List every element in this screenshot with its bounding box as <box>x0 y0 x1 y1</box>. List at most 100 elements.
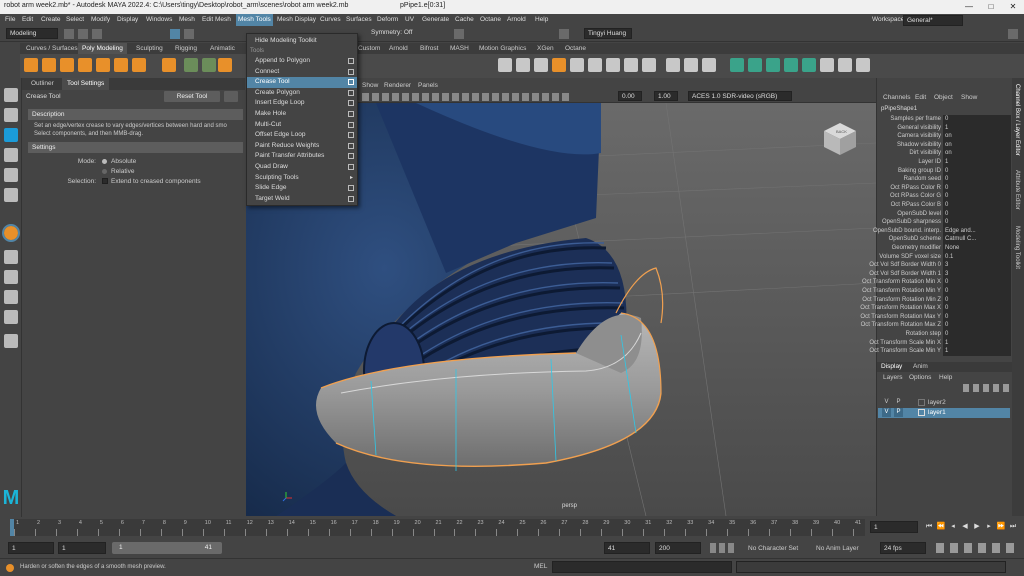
menu-item-offset-edge-loop[interactable]: Offset Edge Loop <box>247 130 357 141</box>
channel-row[interactable]: Oct Transform Rotation Max X0 <box>860 304 1013 313</box>
channel-row[interactable]: Rotation step 0 <box>877 330 1013 339</box>
channel-value[interactable]: 0 <box>943 304 1011 313</box>
channel-value[interactable]: 1 <box>943 338 1011 348</box>
mode-relative-radio[interactable] <box>102 169 107 174</box>
option-box-icon[interactable] <box>348 111 354 117</box>
bevel-icon[interactable] <box>534 58 548 72</box>
channel-value[interactable]: 0 <box>943 115 1011 124</box>
channel-value[interactable]: 3 <box>943 261 1011 270</box>
viewport-toolbar-icons[interactable] <box>362 93 572 101</box>
reduce-icon[interactable] <box>624 58 638 72</box>
channel-row[interactable]: Oct Transform Rotation Min Z0 <box>862 295 1013 305</box>
channel-row[interactable]: Layer ID 1 <box>877 158 1013 167</box>
channel-value[interactable]: 0 <box>943 295 1011 305</box>
select-mode-icon[interactable] <box>170 29 180 39</box>
channel-value[interactable]: on <box>943 132 1011 141</box>
layer-row-layer2[interactable]: V P layer2 <box>878 398 1010 408</box>
multi-cut-icon[interactable] <box>666 58 680 72</box>
menu-mesh-tools[interactable]: Mesh Tools <box>236 14 273 26</box>
spherical-map-icon[interactable] <box>784 58 798 72</box>
channel-value[interactable]: 1 <box>943 347 1011 356</box>
extend-creased-checkbox[interactable] <box>102 178 108 184</box>
animation-start-field[interactable]: 1 <box>8 542 54 554</box>
option-box-icon[interactable] <box>348 132 354 139</box>
channel-value[interactable]: 0 <box>943 321 1011 330</box>
layer-visibility-toggle[interactable]: V <box>882 398 891 407</box>
poly-sphere-icon[interactable] <box>24 58 38 72</box>
magnet-icon[interactable] <box>454 29 464 39</box>
step-forward-frame-icon[interactable]: ▸ <box>984 522 994 532</box>
menu-curves[interactable]: Curves <box>320 16 341 23</box>
menu-windows[interactable]: Windows <box>146 16 172 23</box>
channel-row[interactable]: Oct Transform Scale Min Y1 <box>869 347 1013 356</box>
mode-absolute-radio[interactable] <box>102 159 107 164</box>
menu-create[interactable]: Create <box>41 16 61 23</box>
channel-menu-object[interactable]: Object <box>934 94 953 101</box>
channel-value[interactable]: 0 <box>943 201 1011 210</box>
menu-display[interactable]: Display <box>117 16 138 23</box>
menu-item-hide-modeling-toolkit[interactable]: Hide Modeling Toolkit <box>247 36 357 47</box>
step-forward-key-icon[interactable]: ⏩ <box>996 522 1006 532</box>
channel-row[interactable]: Oct Transform Scale Min X1 <box>869 338 1013 348</box>
option-box-icon[interactable] <box>348 68 354 75</box>
layer-visibility-toggle[interactable]: V <box>882 408 891 417</box>
poly-type-icon[interactable] <box>162 58 176 72</box>
shelf-tab-bifrost[interactable]: Bifrost <box>416 43 442 54</box>
shelf-tab-animatic[interactable]: Animatic <box>206 43 239 54</box>
channel-row[interactable]: Oct RPass Color R0 <box>877 183 1013 193</box>
option-box-icon[interactable] <box>348 164 354 170</box>
separate-icon[interactable] <box>202 58 216 72</box>
channel-row[interactable]: Dirt visibility on <box>877 149 1013 158</box>
tab-tool-settings[interactable]: Tool Settings <box>62 78 110 90</box>
channel-row[interactable]: OpenSubD bound. interp. Edge and... <box>873 226 1013 236</box>
menu-uv[interactable]: UV <box>405 16 414 23</box>
play-forward-icon[interactable]: ▶ <box>972 522 982 532</box>
merge-icon[interactable] <box>570 58 584 72</box>
undo-icon[interactable] <box>92 29 102 39</box>
component-mode-icon[interactable] <box>184 29 194 39</box>
channel-row[interactable]: OpenSubD level 0 <box>877 209 1013 219</box>
shelf-tab-motion-graphics[interactable]: Motion Graphics <box>475 43 530 54</box>
channel-value[interactable]: None <box>943 244 1011 253</box>
shelf-tab-custom[interactable]: Custom <box>354 43 384 54</box>
channel-row[interactable]: OpenSubD scheme Catmull C... <box>877 235 1013 244</box>
layer-color-swatch[interactable] <box>918 399 925 406</box>
mirror-icon[interactable] <box>642 58 656 72</box>
cylindrical-map-icon[interactable] <box>766 58 780 72</box>
animation-end-field[interactable]: 200 <box>655 542 701 554</box>
channel-row[interactable]: Volume SDF voxel size 0.1 <box>877 252 1013 262</box>
option-box-icon[interactable] <box>348 185 354 192</box>
menu-item-sculpting-tools[interactable]: Sculpting Tools ▸ <box>247 173 357 184</box>
menu-mesh[interactable]: Mesh <box>179 16 195 23</box>
layer-tab-anim[interactable]: Anim <box>913 363 928 370</box>
channel-value[interactable]: 3 <box>943 269 1011 279</box>
four-view-layout-icon[interactable] <box>4 270 18 284</box>
menu-item-create-polygon[interactable]: Create Polygon <box>247 88 357 99</box>
option-box-icon[interactable] <box>348 142 354 149</box>
layer-playback-toggle[interactable]: P <box>894 398 903 407</box>
channel-row[interactable]: Oct Vol Sdf Border Width 13 <box>869 269 1013 279</box>
channel-value[interactable]: 0.1 <box>943 252 1011 262</box>
menu-generate[interactable]: Generate <box>422 16 449 23</box>
menu-item-append-to-polygon[interactable]: Append to Polygon <box>247 56 357 67</box>
shelf-tab-sculpting[interactable]: Sculpting <box>132 43 167 54</box>
outliner-layout-icon[interactable] <box>4 310 18 324</box>
menu-modify[interactable]: Modify <box>91 16 110 23</box>
option-box-icon[interactable] <box>348 195 354 202</box>
collapse-icon[interactable] <box>588 58 602 72</box>
time-slider-track[interactable]: 1 2 3 4 5 6 7 8 9 10 11 12 13 14 15 16 17 18 19 20 21 22 23 24 2… <box>10 519 865 536</box>
menu-octane[interactable]: Octane <box>480 16 501 23</box>
cut-uv-icon[interactable] <box>838 58 852 72</box>
combine-icon[interactable] <box>184 58 198 72</box>
tool-help-button[interactable] <box>224 91 238 102</box>
move-tool-icon[interactable] <box>4 148 18 162</box>
channel-row[interactable]: Oct Transform Rotation Max Z0 <box>861 321 1013 330</box>
render-icon[interactable] <box>559 29 569 39</box>
play-backward-icon[interactable]: ◀ <box>960 522 970 532</box>
playback-end-field[interactable]: 41 <box>604 542 650 554</box>
toolkit-toggle-icon[interactable] <box>1008 29 1018 39</box>
extrude-icon[interactable] <box>498 58 512 72</box>
playback-options-icons[interactable] <box>936 543 1016 553</box>
channel-row[interactable]: General visibility 1 <box>877 123 1013 133</box>
layer-tab-display[interactable]: Display <box>881 363 902 370</box>
